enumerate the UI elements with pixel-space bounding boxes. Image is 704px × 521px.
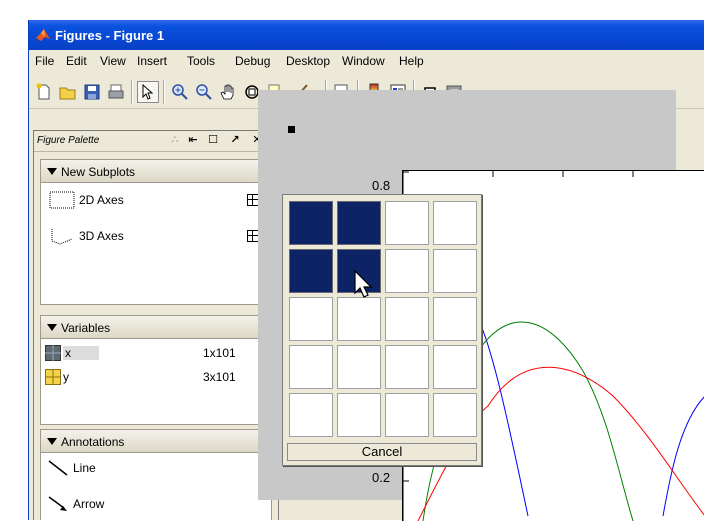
subplot-grid-cell[interactable] <box>289 249 333 293</box>
subplot-grid-cell[interactable] <box>433 201 477 245</box>
subplot-grid-cell[interactable] <box>385 297 429 341</box>
series-blue <box>478 320 529 517</box>
arrow-tool-label[interactable]: Arrow <box>73 497 104 511</box>
menu-bar: File Edit View Insert Tools Debug Deskto… <box>29 50 704 72</box>
maximize-icon[interactable]: ☐ <box>206 133 220 147</box>
new-subplots-label: New Subplots <box>61 165 136 179</box>
subplot-grid-cell[interactable] <box>289 393 333 437</box>
zoom-out-icon[interactable] <box>193 81 215 103</box>
subplot-grid-cell[interactable] <box>385 345 429 389</box>
y-tick-label-0.2: 0.2 <box>372 470 391 485</box>
collapse-triangle-icon <box>47 168 57 175</box>
subplot-grid-cell[interactable] <box>337 393 381 437</box>
subplot-grid-cell[interactable] <box>433 345 477 389</box>
palette-header: Figure Palette ∴ ⇤ ☐ ↗ ✕ <box>34 131 278 152</box>
matlab-logo-icon <box>36 29 50 41</box>
variables-body: x 1x101 y 3x101 <box>40 339 272 425</box>
undock-icon[interactable]: ⇤ <box>186 133 200 147</box>
subplot-grid-cell[interactable] <box>385 201 429 245</box>
subplot-grid-popup: Cancel <box>282 194 482 466</box>
menu-insert[interactable]: Insert <box>137 54 167 68</box>
figure-selection-marker <box>288 126 295 133</box>
subplot-grid-cell[interactable] <box>337 297 381 341</box>
window-title: Figures - Figure 1 <box>55 28 165 43</box>
open-file-icon[interactable] <box>57 81 79 103</box>
menu-desktop[interactable]: Desktop <box>286 54 330 68</box>
collapse-triangle-icon <box>47 324 57 331</box>
menu-view[interactable]: View <box>100 54 126 68</box>
annotations-body: Line Arrow <box>40 453 272 520</box>
pan-hand-icon[interactable] <box>217 81 239 103</box>
menu-window[interactable]: Window <box>342 54 385 68</box>
variable-name-x[interactable]: x <box>63 346 99 360</box>
annotations-label: Annotations <box>61 435 125 449</box>
subplot-grid-cell[interactable] <box>337 345 381 389</box>
matrix-variable-icon <box>45 345 61 361</box>
save-icon[interactable] <box>81 81 103 103</box>
print-icon[interactable] <box>105 81 127 103</box>
mouse-cursor-icon <box>354 270 373 298</box>
annotations-header[interactable]: Annotations <box>40 429 272 453</box>
menu-file[interactable]: File <box>35 54 54 68</box>
series-blue <box>662 396 704 517</box>
subplot-grid-cell[interactable] <box>433 249 477 293</box>
subplot-grid-cell[interactable] <box>433 393 477 437</box>
subplot-grid-cell[interactable] <box>433 297 477 341</box>
subplot-grid-cell[interactable] <box>337 201 381 245</box>
toolbar-separator <box>131 80 133 104</box>
3d-axes-label[interactable]: 3D Axes <box>79 229 124 243</box>
grip-dots-icon[interactable]: ∴ <box>168 133 182 147</box>
title-bar: Figures - Figure 1 <box>29 20 704 50</box>
subplot-grid-cell[interactable] <box>289 345 333 389</box>
variable-size-y: 3x101 <box>203 370 236 384</box>
subplot-grid-cell[interactable] <box>289 201 333 245</box>
palette-title: Figure Palette <box>37 135 100 146</box>
line-tool-label[interactable]: Line <box>73 461 96 475</box>
new-subplots-body: 2D Axes 3D Axes <box>40 183 272 305</box>
new-subplots-header[interactable]: New Subplots <box>40 159 272 183</box>
3d-axes-icon <box>51 229 73 245</box>
cancel-button[interactable]: Cancel <box>287 443 477 461</box>
subplot-grid-cell[interactable] <box>289 297 333 341</box>
variable-size-x: 1x101 <box>203 346 236 360</box>
new-figure-icon[interactable] <box>33 81 55 103</box>
menu-tools[interactable]: Tools <box>187 54 215 68</box>
2d-axes-label[interactable]: 2D Axes <box>79 193 124 207</box>
line-tool-icon <box>48 460 68 476</box>
toolbar-separator <box>163 80 165 104</box>
menu-edit[interactable]: Edit <box>66 54 87 68</box>
variable-name-y[interactable]: y <box>63 370 69 384</box>
menu-debug[interactable]: Debug <box>235 54 270 68</box>
y-tick-label-0.8: 0.8 <box>372 178 391 193</box>
zoom-in-icon[interactable] <box>169 81 191 103</box>
collapse-triangle-icon <box>47 438 57 445</box>
select-arrow-icon[interactable] <box>137 81 159 103</box>
2d-axes-icon <box>49 191 75 209</box>
variables-header[interactable]: Variables <box>40 315 272 339</box>
subplot-grid-cell[interactable] <box>385 249 429 293</box>
arrow-tool-icon <box>48 496 67 511</box>
matrix-variable-icon <box>45 369 61 385</box>
dock-arrow-icon[interactable]: ↗ <box>228 133 242 147</box>
subplot-grid-cell[interactable] <box>385 393 429 437</box>
figure-palette-panel: Figure Palette ∴ ⇤ ☐ ↗ ✕ New Subplots 2D… <box>33 130 279 520</box>
variables-label: Variables <box>61 321 111 335</box>
menu-help[interactable]: Help <box>399 54 424 68</box>
